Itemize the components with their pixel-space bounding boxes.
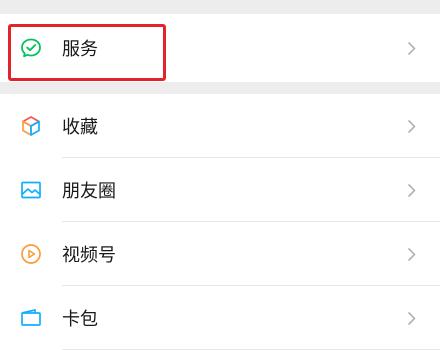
- menu-item-label: 卡包: [62, 309, 98, 330]
- chevron-right-icon: [406, 40, 416, 56]
- section-gap: [0, 82, 440, 94]
- section-gap: [0, 0, 440, 14]
- services-section: 服务: [0, 14, 440, 82]
- menu-item-moments[interactable]: 朋友圈: [0, 158, 440, 222]
- menu-item-service[interactable]: 服务: [0, 14, 440, 82]
- menu-item-favorites[interactable]: 收藏: [0, 94, 440, 158]
- menu-item-card-wallet[interactable]: 卡包: [0, 286, 440, 350]
- channels-play-icon: [18, 241, 44, 267]
- favorites-cube-icon: [18, 113, 44, 139]
- main-section: 收藏 朋友圈 视频号 卡包: [0, 94, 440, 350]
- menu-item-label: 收藏: [62, 117, 98, 138]
- moments-image-icon: [18, 177, 44, 203]
- menu-item-label: 服务: [62, 39, 98, 60]
- chevron-right-icon: [406, 182, 416, 198]
- card-wallet-icon: [18, 305, 44, 331]
- menu-item-label: 朋友圈: [62, 181, 116, 202]
- chevron-right-icon: [406, 118, 416, 134]
- me-menu-page: 服务 收藏 朋友圈 视频号 卡包: [0, 0, 440, 350]
- menu-item-label: 视频号: [62, 245, 116, 266]
- chevron-right-icon: [406, 246, 416, 262]
- menu-item-channels[interactable]: 视频号: [0, 222, 440, 286]
- service-check-icon: [18, 35, 44, 61]
- chevron-right-icon: [406, 310, 416, 326]
